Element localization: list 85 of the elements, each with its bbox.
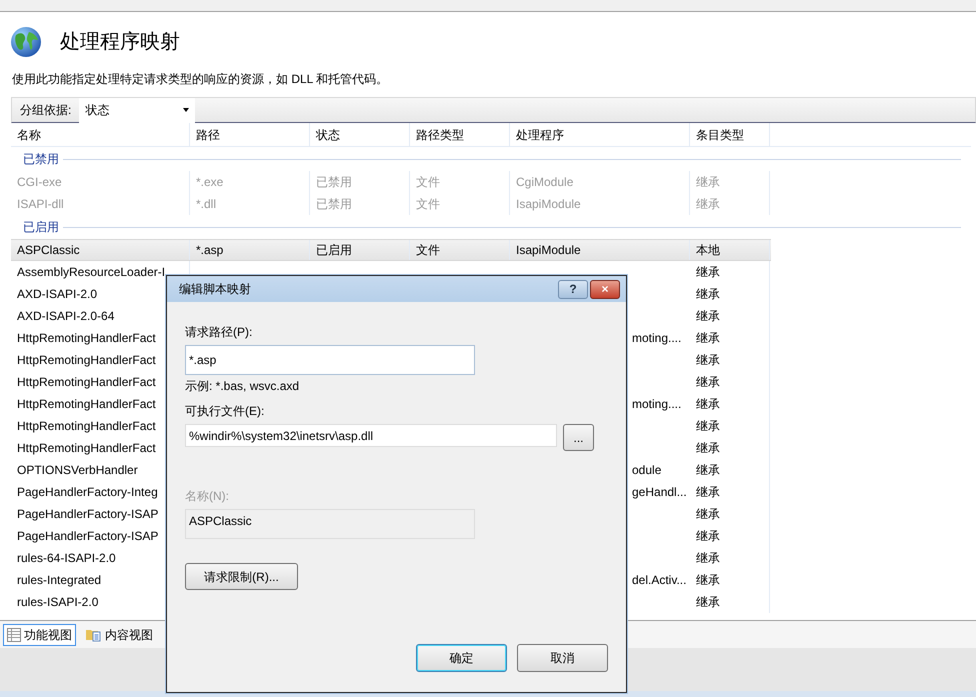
- table-cell-text: del.Activ...: [632, 572, 686, 589]
- column-header[interactable]: 处理程序: [510, 123, 690, 146]
- table-cell-text: rules-Integrated: [17, 572, 102, 589]
- column-header[interactable]: 路径类型: [410, 123, 510, 146]
- page-title: 处理程序映射: [60, 30, 180, 55]
- table-cell-text: CgiModule: [516, 174, 574, 191]
- column-header[interactable]: 名称: [11, 123, 190, 146]
- text-field[interactable]: %windir%\system32\inetsrv\asp.dll: [185, 424, 557, 447]
- table-cell-text: 已启用: [316, 242, 352, 259]
- table-cell-text: 文件: [416, 196, 440, 213]
- table-cell-text: HttpRemotingHandlerFact: [17, 440, 156, 457]
- table-cell-text: HttpRemotingHandlerFact: [17, 418, 156, 435]
- hint-text: 示例: *.bas, wsvc.axd: [185, 378, 300, 395]
- table-cell-text: *.asp: [196, 242, 224, 259]
- table-cell-text: 继承: [696, 396, 720, 413]
- view-tab[interactable]: 内容视图: [82, 624, 157, 646]
- table-cell-text: 继承: [696, 594, 720, 611]
- browse-button[interactable]: ...: [563, 424, 594, 451]
- table-cell-text: rules-ISAPI-2.0: [17, 594, 98, 611]
- table-cell-text: odule: [632, 462, 662, 479]
- text-field[interactable]: *.asp: [185, 345, 475, 375]
- table-cell-text: 继承: [696, 506, 720, 523]
- restrictions-button[interactable]: 请求限制(R)...: [185, 563, 298, 590]
- table-cell-text: 继承: [696, 264, 720, 281]
- table-cell-text: moting....: [632, 396, 682, 413]
- table-cell-text: CGI-exe: [17, 174, 62, 191]
- table-cell-text: 继承: [696, 374, 720, 391]
- globe-icon: [10, 26, 42, 58]
- table-cell-text: 继承: [696, 462, 720, 479]
- column-header[interactable]: 条目类型: [690, 123, 770, 146]
- table-cell-text: geHandl...: [632, 484, 687, 501]
- dialog-button[interactable]: 取消: [517, 644, 608, 672]
- table-cell-text: 已禁用: [316, 174, 352, 191]
- table-cell-text: 继承: [696, 308, 720, 325]
- group-header: 已启用: [23, 219, 59, 236]
- table-cell-text: 继承: [696, 330, 720, 347]
- table-cell-text: PageHandlerFactory-Integ: [17, 484, 158, 501]
- table-cell-text: *.exe: [196, 174, 224, 191]
- table-cell-text: PageHandlerFactory-ISAP: [17, 506, 158, 523]
- grid-icon: [7, 628, 21, 642]
- table-cell-text: rules-64-ISAPI-2.0: [17, 550, 116, 567]
- help-button[interactable]: ?: [558, 280, 588, 298]
- table-cell-text: HttpRemotingHandlerFact: [17, 352, 156, 369]
- table-cell-text: 已禁用: [316, 196, 352, 213]
- table-cell-text: HttpRemotingHandlerFact: [17, 396, 156, 413]
- view-tab[interactable]: 功能视图: [3, 624, 76, 646]
- table-cell-text: 继承: [696, 174, 720, 191]
- column-header[interactable]: 状态: [310, 123, 410, 146]
- table-cell-text: 文件: [416, 174, 440, 191]
- table-cell-text: 继承: [696, 418, 720, 435]
- table-cell-text: 文件: [416, 242, 440, 259]
- dialog-button[interactable]: 确定: [416, 644, 507, 672]
- table-cell-text: HttpRemotingHandlerFact: [17, 330, 156, 347]
- column-header[interactable]: 路径: [190, 123, 310, 146]
- field-label: 可执行文件(E):: [185, 403, 266, 420]
- table-cell-text: AssemblyResourceLoader-I: [17, 264, 166, 281]
- table-cell-text: *.dll: [196, 196, 216, 213]
- table-cell-text: 继承: [696, 572, 720, 589]
- table-cell-text: OPTIONSVerbHandler: [17, 462, 138, 479]
- table-cell-text: HttpRemotingHandlerFact: [17, 374, 156, 391]
- table-cell-text: ASPClassic: [17, 242, 80, 259]
- table-cell-text: 继承: [696, 196, 720, 213]
- table-cell-text: moting....: [632, 330, 682, 347]
- table-cell-text: 本地: [696, 242, 720, 259]
- table-cell-text: 继承: [696, 528, 720, 545]
- table-cell-text: AXD-ISAPI-2.0: [17, 286, 98, 303]
- table-cell-text: PageHandlerFactory-ISAP: [17, 528, 158, 545]
- table-cell-text: IsapiModule: [516, 196, 581, 213]
- folder-document-icon: [86, 627, 102, 642]
- group-by-dropdown[interactable]: 状态: [79, 98, 196, 122]
- group-by-label: 分组依据:: [19, 102, 72, 119]
- table-cell-text: IsapiModule: [516, 242, 581, 259]
- table-cell-text: 继承: [696, 352, 720, 369]
- caret-icon: [183, 108, 190, 112]
- field-label: 请求路径(P):: [185, 324, 254, 341]
- table-cell-text: 继承: [696, 484, 720, 501]
- group-header: 已禁用: [23, 151, 59, 168]
- table-cell-text: 继承: [696, 286, 720, 303]
- table-cell-text: 继承: [696, 440, 720, 457]
- table-cell-text: AXD-ISAPI-2.0-64: [17, 308, 114, 325]
- dialog-title: 编辑脚本映射: [179, 281, 252, 298]
- table-cell-text: 继承: [696, 550, 720, 567]
- table-cell-text: ISAPI-dll: [17, 196, 64, 213]
- field-label: 名称(N):: [185, 488, 230, 505]
- page-description: 使用此功能指定处理特定请求类型的响应的资源，如 DLL 和托管代码。: [12, 72, 388, 86]
